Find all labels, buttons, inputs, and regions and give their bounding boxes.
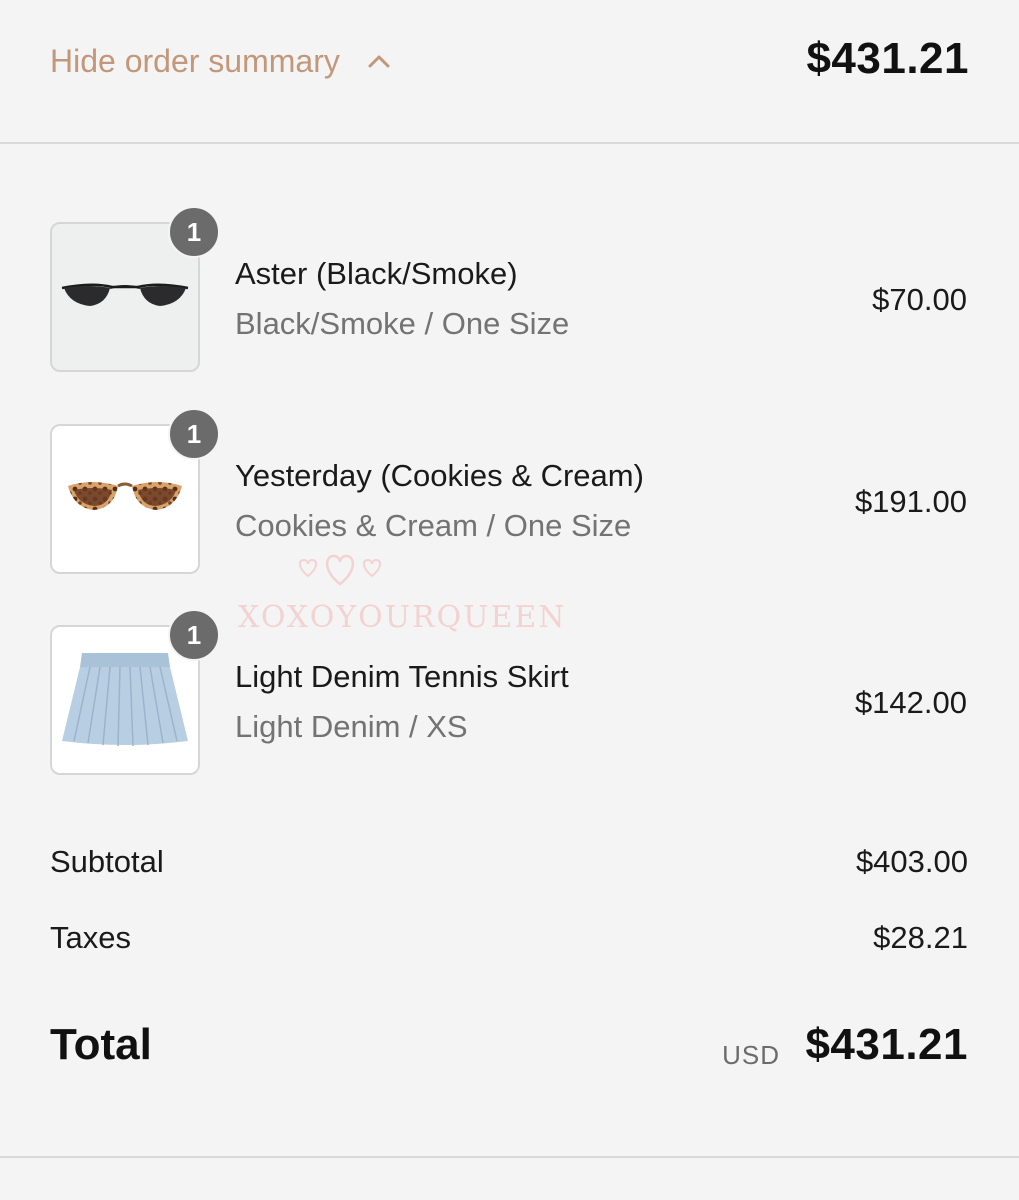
bottom-band	[0, 1158, 1019, 1200]
grand-total: $431.21	[805, 1020, 968, 1069]
product-thumbnail: 1	[50, 609, 220, 775]
total-row: Total USD $431.21	[50, 1020, 968, 1080]
quantity-badge: 1	[168, 206, 220, 258]
product-price: $191.00	[854, 484, 967, 519]
subtotal-label: Subtotal	[50, 844, 164, 879]
subtotal-value: $403.00	[855, 844, 968, 879]
subtotal-row: Subtotal $403.00	[50, 844, 968, 888]
product-name: Aster (Black/Smoke)	[235, 256, 518, 291]
product-name: Yesterday (Cookies & Cream)	[235, 458, 644, 493]
quantity-badge: 1	[168, 609, 220, 661]
total-label: Total	[50, 1020, 152, 1069]
line-item: 1 Yesterday (Cookies & Cream) Cookies & …	[0, 408, 1019, 580]
product-price: $142.00	[854, 685, 967, 720]
taxes-label: Taxes	[50, 920, 131, 955]
hide-order-summary-label: Hide order summary	[50, 42, 340, 79]
header-order-total: $431.21	[806, 34, 969, 83]
line-item: 1 Aster (Black/Smoke) Black/Smoke / One …	[0, 206, 1019, 378]
product-variant: Black/Smoke / One Size	[235, 306, 570, 341]
currency-code: USD	[722, 1040, 780, 1070]
product-thumbnail: 1	[50, 206, 220, 372]
product-variant: Cookies & Cream / One Size	[235, 508, 632, 543]
taxes-row: Taxes $28.21	[50, 920, 968, 964]
chevron-up-icon	[368, 55, 390, 68]
taxes-value: $28.21	[873, 920, 968, 955]
product-price: $70.00	[872, 282, 967, 317]
product-variant: Light Denim / XS	[235, 709, 468, 744]
line-item: 1 Light Denim Tennis Skirt Light Denim /…	[0, 609, 1019, 781]
hide-order-summary-button[interactable]: Hide order summary	[50, 38, 392, 84]
product-name: Light Denim Tennis Skirt	[235, 659, 569, 694]
product-thumbnail: 1	[50, 408, 220, 574]
order-summary-toggle-bar: Hide order summary $431.21	[0, 0, 1019, 144]
quantity-badge: 1	[168, 408, 220, 460]
